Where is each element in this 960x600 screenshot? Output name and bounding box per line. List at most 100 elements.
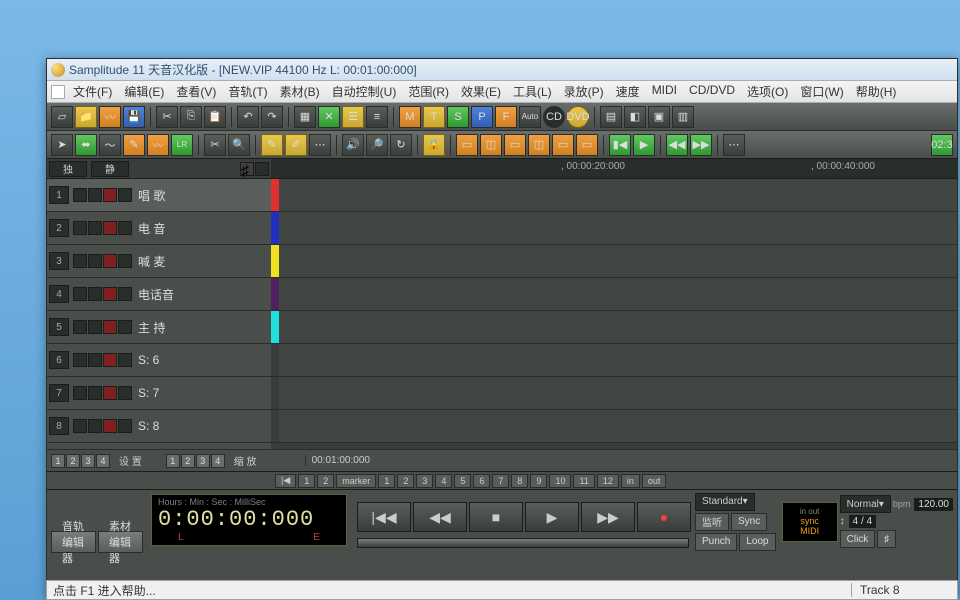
timeline-row[interactable] <box>271 377 957 410</box>
marker-4[interactable]: 4 <box>435 474 452 488</box>
track-header[interactable]: 8S: 8 <box>47 410 271 443</box>
more-icon[interactable]: ⋯ <box>723 134 745 156</box>
draw2-icon[interactable]: 〰 <box>147 134 169 156</box>
editor-tab[interactable]: 素材编辑器 <box>98 531 143 553</box>
draw-icon[interactable]: ✎ <box>123 134 145 156</box>
lock-icon[interactable]: 🔒 <box>423 134 445 156</box>
track-solo-icon[interactable] <box>88 254 102 268</box>
preset-1[interactable]: 1 <box>51 454 65 468</box>
menu-帮助(H)[interactable]: 帮助(H) <box>850 81 903 102</box>
loop-button[interactable]: Loop <box>739 533 775 551</box>
marker-1[interactable]: 1 <box>378 474 395 488</box>
track-mute-icon[interactable] <box>73 419 87 433</box>
bars-icon[interactable]: ☰ <box>342 106 364 128</box>
lt4-icon[interactable]: ◫ <box>528 134 550 156</box>
rewind-button[interactable]: ◀◀ <box>413 502 467 532</box>
editor-tab[interactable]: 音轨编辑器 <box>51 531 96 553</box>
track-lock-icon[interactable] <box>118 419 132 433</box>
save-icon[interactable]: 💾 <box>123 106 145 128</box>
marker-6[interactable]: 6 <box>473 474 490 488</box>
click-button[interactable]: Click <box>840 530 876 548</box>
timeline-row[interactable] <box>271 179 957 212</box>
zoom-icon[interactable]: 🔍 <box>228 134 250 156</box>
skip-next-icon[interactable]: ▶▶ <box>690 134 712 156</box>
track-lock-icon[interactable] <box>118 221 132 235</box>
time-signature[interactable]: 4 / 4 <box>849 515 876 528</box>
panel1-icon[interactable]: ▤ <box>600 106 622 128</box>
track-solo-icon[interactable] <box>88 353 102 367</box>
mute-all-button[interactable]: 静 <box>91 161 129 177</box>
m-icon[interactable]: M <box>399 106 421 128</box>
eq-icon[interactable]: ≡ <box>366 106 388 128</box>
paste-icon[interactable]: 📋 <box>204 106 226 128</box>
stop-button[interactable]: ■ <box>469 502 523 532</box>
record-button[interactable]: ● <box>637 502 691 532</box>
lt2-icon[interactable]: ◫ <box>480 134 502 156</box>
menu-范围(R)[interactable]: 范围(R) <box>402 81 455 102</box>
track-lock-icon[interactable] <box>118 353 132 367</box>
track-lock-icon[interactable] <box>118 188 132 202</box>
play-start-icon[interactable]: ▮◀ <box>609 134 631 156</box>
s-icon[interactable]: S <box>447 106 469 128</box>
redo-icon[interactable]: ↷ <box>261 106 283 128</box>
pencil-y-icon[interactable]: ✎ <box>261 134 283 156</box>
panel4-icon[interactable]: ▥ <box>672 106 694 128</box>
time-ruler[interactable]: , 00:00:20:000, 00:00:40:000 <box>271 159 957 179</box>
track-rec-icon[interactable] <box>103 254 117 268</box>
marker-11[interactable]: 11 <box>573 474 594 488</box>
track-header[interactable]: 5主 持 <box>47 311 271 344</box>
forward-button[interactable]: ▶▶ <box>581 502 635 532</box>
marker-nav[interactable]: |◀ <box>275 474 296 488</box>
listen-button[interactable]: 监听 <box>695 513 729 531</box>
timeline-row[interactable] <box>271 311 957 344</box>
menu-窗口(W)[interactable]: 窗口(W) <box>794 81 849 102</box>
copy-icon[interactable]: ⎘ <box>180 106 202 128</box>
preset-2[interactable]: 2 <box>181 454 195 468</box>
menu-doc-icon[interactable] <box>51 85 65 99</box>
track-solo-icon[interactable] <box>88 320 102 334</box>
preset-3[interactable]: 3 <box>81 454 95 468</box>
punch-button[interactable]: Punch <box>695 533 737 551</box>
track-header[interactable]: 1唱 歌 <box>47 179 271 212</box>
track-mute-icon[interactable] <box>73 254 87 268</box>
lt6-icon[interactable]: ▭ <box>576 134 598 156</box>
track-solo-icon[interactable] <box>88 188 102 202</box>
track-mute-icon[interactable] <box>73 287 87 301</box>
marker-2[interactable]: 2 <box>397 474 414 488</box>
track-rec-icon[interactable] <box>103 287 117 301</box>
preset-4[interactable]: 4 <box>211 454 225 468</box>
lt3-icon[interactable]: ▭ <box>504 134 526 156</box>
track-rec-icon[interactable] <box>103 386 117 400</box>
marker-out[interactable]: out <box>642 474 667 488</box>
track-lock-icon[interactable] <box>118 320 132 334</box>
speaker-icon[interactable]: 🔊 <box>342 134 364 156</box>
track-rec-icon[interactable] <box>103 221 117 235</box>
pointer-icon[interactable]: ➤ <box>51 134 73 156</box>
timeline-row[interactable] <box>271 278 957 311</box>
lt1-icon[interactable]: ▭ <box>456 134 478 156</box>
cross-icon[interactable]: ✕ <box>318 106 340 128</box>
skip-prev-icon[interactable]: ◀◀ <box>666 134 688 156</box>
preset-2[interactable]: 2 <box>66 454 80 468</box>
track-lock-icon[interactable] <box>118 287 132 301</box>
menu-文件(F)[interactable]: 文件(F) <box>67 81 118 102</box>
menu-工具(L)[interactable]: 工具(L) <box>507 81 558 102</box>
loop-icon[interactable]: ↻ <box>390 134 412 156</box>
track-solo-icon[interactable] <box>88 287 102 301</box>
hdr-toggle-1[interactable]: ♯ <box>240 162 254 176</box>
menu-MIDI[interactable]: MIDI <box>646 81 683 102</box>
menu-效果(E)[interactable]: 效果(E) <box>455 81 507 102</box>
play-range-icon[interactable]: ▶ <box>633 134 655 156</box>
timeline-row[interactable] <box>271 344 957 377</box>
menu-音轨(T)[interactable]: 音轨(T) <box>222 81 273 102</box>
scrub-bar[interactable] <box>357 538 689 548</box>
track-mute-icon[interactable] <box>73 353 87 367</box>
dvd-icon[interactable]: DVD <box>567 106 589 128</box>
open-icon[interactable]: 📁 <box>75 106 97 128</box>
lt5-icon[interactable]: ▭ <box>552 134 574 156</box>
clock-pill[interactable]: 02:3 <box>931 134 953 156</box>
track-lock-icon[interactable] <box>118 254 132 268</box>
marker-nav[interactable]: 2 <box>317 474 334 488</box>
track-header[interactable]: 3喊 麦 <box>47 245 271 278</box>
hdr-toggle-2[interactable] <box>255 162 269 176</box>
